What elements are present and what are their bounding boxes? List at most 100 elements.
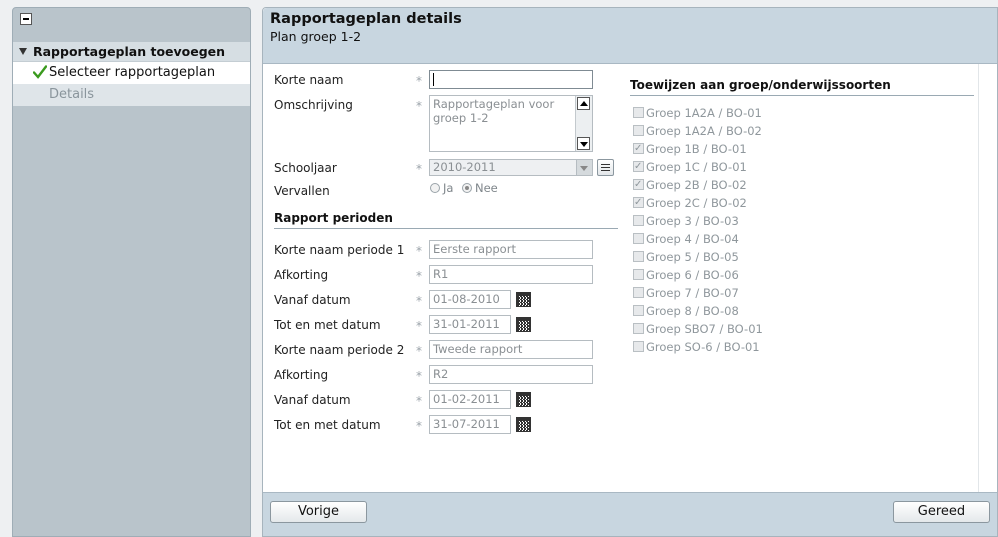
period1-from-input[interactable]: 01-08-2010 xyxy=(429,290,511,309)
periods-section-title: Rapport perioden xyxy=(274,211,393,225)
group-label: Groep 1C / BO-01 xyxy=(646,160,747,174)
group-checkbox[interactable] xyxy=(633,159,644,174)
omschrijving-label: Omschrijving xyxy=(274,98,353,112)
required-mark: * xyxy=(416,344,422,358)
main-panel: Rapportageplan details Plan groep 1-2 Ko… xyxy=(262,7,998,537)
nav-step-select[interactable]: Selecteer rapportageplan xyxy=(13,62,250,84)
korte-naam-input[interactable] xyxy=(429,70,593,89)
group-label: Groep 3 / BO-03 xyxy=(646,214,739,228)
required-mark: * xyxy=(416,74,422,88)
calendar-icon[interactable] xyxy=(516,292,531,307)
period1-abbr-input[interactable]: R1 xyxy=(429,265,593,284)
required-mark: * xyxy=(416,319,422,333)
schooljaar-select[interactable]: 2010-2011 xyxy=(429,159,593,176)
group-label: Groep 5 / BO-05 xyxy=(646,250,739,264)
group-checkbox[interactable] xyxy=(633,233,644,244)
nav-step-label: Details xyxy=(49,87,95,102)
calendar-icon[interactable] xyxy=(516,417,531,432)
required-mark: * xyxy=(416,369,422,383)
group-checkbox[interactable] xyxy=(633,141,644,156)
group-label: Groep 8 / BO-08 xyxy=(646,304,739,318)
period2-from-label: Vanaf datum xyxy=(274,393,351,407)
period1-to-input[interactable]: 31-01-2011 xyxy=(429,315,511,334)
required-mark: * xyxy=(416,99,422,113)
nav-group-label: Rapportageplan toevoegen xyxy=(33,44,226,59)
wizard-nav: Rapportageplan toevoegen Selecteer rappo… xyxy=(13,42,250,106)
nav-step-details: Details xyxy=(13,84,250,106)
group-checkbox[interactable] xyxy=(633,323,644,334)
chevron-down-icon[interactable] xyxy=(576,160,592,175)
list-icon[interactable] xyxy=(597,159,614,176)
scroll-edge xyxy=(978,64,997,494)
group-label: Groep 6 / BO-06 xyxy=(646,268,739,282)
textarea-scrollbar[interactable] xyxy=(575,96,592,151)
page-subtitle: Plan groep 1-2 xyxy=(270,29,362,44)
period1-abbr-label: Afkorting xyxy=(274,268,329,282)
required-mark: * xyxy=(416,294,422,308)
group-checkbox[interactable] xyxy=(633,215,644,226)
calendar-icon[interactable] xyxy=(516,392,531,407)
required-mark: * xyxy=(416,419,422,433)
triangle-down-icon xyxy=(19,48,27,55)
period2-name-input[interactable]: Tweede rapport xyxy=(429,340,593,359)
collapse-icon[interactable] xyxy=(20,13,32,25)
calendar-icon[interactable] xyxy=(516,317,531,332)
vervallen-radio-ja[interactable] xyxy=(430,183,440,193)
omschrijving-value: Rapportageplan voor groep 1-2 xyxy=(433,97,555,125)
group-label: Groep 7 / BO-07 xyxy=(646,286,739,300)
period2-to-label: Tot en met datum xyxy=(274,418,381,432)
group-label: Groep 1A2A / BO-01 xyxy=(646,106,762,120)
required-mark: * xyxy=(416,269,422,283)
group-checkbox[interactable] xyxy=(633,195,644,210)
period1-name-input[interactable]: Eerste rapport xyxy=(429,240,593,259)
group-label: Groep SO-6 / BO-01 xyxy=(646,340,760,354)
required-mark: * xyxy=(416,394,422,408)
period2-abbr-input[interactable]: R2 xyxy=(429,365,593,384)
period1-name-label: Korte naam periode 1 xyxy=(274,243,405,257)
schooljaar-value: 2010-2011 xyxy=(433,160,496,174)
period2-to-input[interactable]: 31-07-2011 xyxy=(429,415,511,434)
group-checkbox[interactable] xyxy=(633,305,644,316)
left-panel: Rapportageplan toevoegen Selecteer rappo… xyxy=(12,7,251,537)
page-title: Rapportageplan details xyxy=(270,11,462,27)
omschrijving-textarea[interactable]: Rapportageplan voor groep 1-2 xyxy=(429,95,593,152)
scroll-up-icon[interactable] xyxy=(577,97,590,110)
group-label: Groep 2C / BO-02 xyxy=(646,196,747,210)
nav-group-title[interactable]: Rapportageplan toevoegen xyxy=(13,42,250,62)
radio-label-ja: Ja xyxy=(443,181,454,195)
schooljaar-label: Schooljaar xyxy=(274,161,337,175)
group-checkbox[interactable] xyxy=(633,341,644,352)
period2-from-input[interactable]: 01-02-2011 xyxy=(429,390,511,409)
groups-section-title: Toewijzen aan groep/onderwijssoorten xyxy=(630,78,891,92)
radio-label-nee: Nee xyxy=(475,181,498,195)
group-label: Groep 1A2A / BO-02 xyxy=(646,124,762,138)
section-divider xyxy=(630,95,974,96)
group-checkbox[interactable] xyxy=(633,269,644,280)
checkmark-icon xyxy=(33,65,47,79)
previous-button[interactable]: Vorige xyxy=(270,501,367,523)
group-label: Groep SBO7 / BO-01 xyxy=(646,322,763,336)
group-checkbox[interactable] xyxy=(633,177,644,192)
text-cursor xyxy=(433,73,434,86)
period2-abbr-label: Afkorting xyxy=(274,368,329,382)
vervallen-label: Vervallen xyxy=(274,184,330,198)
section-divider xyxy=(274,228,618,229)
group-checkbox[interactable] xyxy=(633,287,644,298)
done-button[interactable]: Gereed xyxy=(893,501,990,523)
group-checkbox[interactable] xyxy=(633,125,644,136)
korte-naam-label: Korte naam xyxy=(274,73,344,87)
scroll-down-icon[interactable] xyxy=(577,137,590,150)
group-label: Groep 1B / BO-01 xyxy=(646,142,747,156)
required-mark: * xyxy=(416,244,422,258)
period1-from-label: Vanaf datum xyxy=(274,293,351,307)
group-checkbox[interactable] xyxy=(633,107,644,118)
period2-name-label: Korte naam periode 2 xyxy=(274,343,405,357)
group-label: Groep 2B / BO-02 xyxy=(646,178,747,192)
header: Rapportageplan details Plan groep 1-2 xyxy=(263,8,997,64)
group-checkbox[interactable] xyxy=(633,251,644,262)
footer: Vorige Gereed xyxy=(263,492,997,536)
required-mark: * xyxy=(416,162,422,176)
period1-to-label: Tot en met datum xyxy=(274,318,381,332)
vervallen-radio-nee[interactable] xyxy=(462,183,472,193)
group-label: Groep 4 / BO-04 xyxy=(646,232,739,246)
